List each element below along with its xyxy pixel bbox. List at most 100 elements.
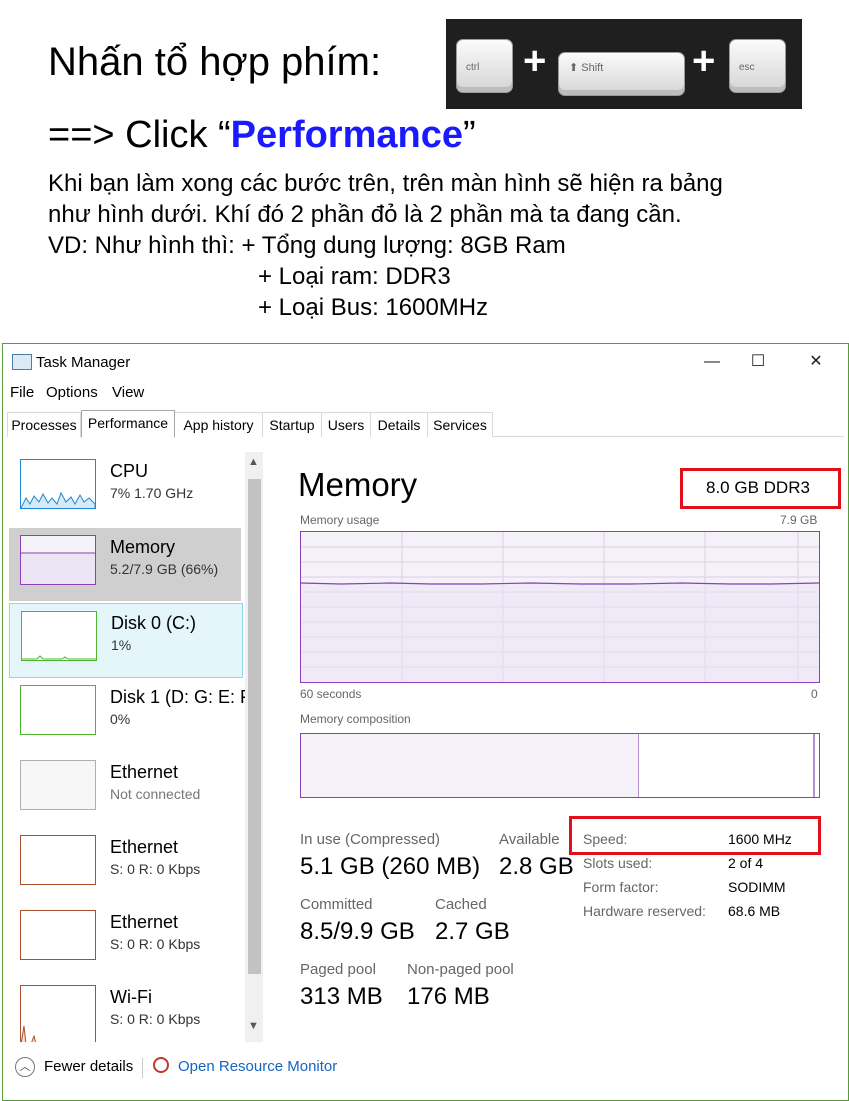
form-factor-label: Form factor: (583, 879, 659, 895)
non-paged-pool-label: Non-paged pool (407, 961, 514, 978)
tab-users[interactable]: Users (322, 412, 371, 437)
shift-key: ⬆ Shift (558, 52, 685, 96)
standby-segment (813, 734, 815, 797)
total-memory-highlight: 8.0 GB DDR3 (680, 468, 841, 509)
instruction-heading: Nhấn tổ hợp phím: (48, 40, 382, 84)
sidebar-item-disk-1[interactable]: Disk 1 (D: G: E: F 0% (9, 678, 251, 751)
title-bar: Task Manager — ☐ ✕ (3, 344, 848, 380)
slots-used-value: 2 of 4 (728, 855, 764, 871)
form-factor-value: SODIMM (728, 879, 786, 895)
disk-thumbnail-graph (21, 611, 97, 661)
disk-thumbnail-graph (20, 685, 96, 735)
sidebar-item-label: Disk 0 (C:) (111, 613, 196, 633)
ethernet-thumbnail-graph (20, 760, 96, 810)
committed-label: Committed (300, 896, 373, 913)
time-end-label: 0 (811, 687, 818, 701)
shift-key-label: Shift (581, 62, 604, 74)
scroll-down-icon[interactable]: ▼ (248, 1020, 259, 1032)
in-use-segment (301, 734, 639, 797)
click-instruction: ==> Click “Performance” (48, 114, 476, 156)
non-paged-pool-value: 176 MB (407, 983, 490, 1010)
footer-divider (142, 1058, 143, 1078)
sidebar-item-value: S: 0 R: 0 Kbps (110, 1011, 201, 1027)
sidebar-item-label: Memory (110, 537, 176, 557)
memory-usage-label: Memory usage (300, 513, 380, 527)
slots-used-label: Slots used: (583, 855, 653, 871)
speed-value: 1600 MHz (728, 831, 792, 847)
available-label: Available (499, 831, 560, 848)
sidebar-item-ethernet[interactable]: Ethernet S: 0 R: 0 Kbps (9, 903, 241, 976)
speed-label: Speed: (583, 831, 628, 847)
explanation-line-1: Khi bạn làm xong các bước trên, trên màn… (48, 170, 723, 197)
cached-label: Cached (435, 896, 487, 913)
memory-usage-chart (300, 531, 820, 683)
sidebar-item-value: 7% 1.70 GHz (110, 485, 194, 501)
ethernet-thumbnail-graph (20, 910, 96, 960)
tab-bar: Processes Performance App history Startu… (7, 410, 844, 438)
page-title: Memory (298, 466, 418, 503)
sidebar-item-value: 1% (111, 637, 132, 653)
open-resource-monitor-link[interactable]: Open Resource Monitor (178, 1058, 337, 1075)
maximize-button[interactable]: ☐ (735, 348, 781, 376)
explanation-line-5: + Loại Bus: 1600MHz (258, 294, 489, 321)
esc-key: esc (729, 39, 786, 93)
resource-monitor-icon[interactable] (153, 1057, 169, 1073)
menu-options[interactable]: Options (46, 384, 98, 401)
cached-value: 2.7 GB (435, 918, 510, 945)
tab-processes[interactable]: Processes (7, 412, 81, 437)
sidebar-item-memory[interactable]: Memory 5.2/7.9 GB (66%) (9, 528, 241, 601)
scrollbar-thumb[interactable] (248, 479, 261, 974)
scroll-up-icon[interactable]: ▲ (248, 456, 259, 468)
available-value: 2.8 GB (499, 853, 574, 880)
memory-thumbnail-graph (20, 535, 96, 585)
window-title: Task Manager (36, 354, 131, 371)
sidebar-item-value: Not connected (110, 786, 201, 802)
ethernet-thumbnail-graph (20, 835, 96, 885)
tab-app-history[interactable]: App history (175, 412, 263, 437)
wifi-thumbnail-graph (20, 985, 96, 1042)
in-use-value: 5.1 GB (260 MB) (300, 853, 481, 880)
tab-services[interactable]: Services (428, 412, 493, 437)
memory-usage-max: 7.9 GB (780, 513, 818, 527)
menu-file[interactable]: File (10, 384, 34, 401)
explanation-line-4: + Loại ram: DDR3 (258, 263, 451, 290)
collapse-icon[interactable]: ︿ (15, 1057, 35, 1077)
sidebar-item-label: Ethernet (110, 912, 179, 932)
menu-view[interactable]: View (112, 384, 144, 401)
sidebar-item-wifi[interactable]: Wi-Fi S: 0 R: 0 Kbps (9, 978, 241, 1042)
tab-details[interactable]: Details (371, 412, 428, 437)
committed-value: 8.5/9.9 GB (300, 918, 415, 945)
performance-highlight: Performance (230, 114, 463, 156)
ctrl-key-label: ctrl (466, 62, 480, 73)
sidebar-item-label: Wi-Fi (110, 987, 152, 1007)
task-manager-icon (12, 354, 32, 370)
memory-composition-bar (300, 733, 820, 798)
sidebar-item-disk-0[interactable]: Disk 0 (C:) 1% (9, 603, 243, 678)
esc-key-label: esc (739, 62, 755, 73)
minimize-button[interactable]: — (689, 348, 735, 376)
keyboard-shortcut-image: ctrl + ⬆ Shift + esc (446, 19, 802, 109)
sidebar-item-label: Ethernet (110, 762, 179, 782)
paged-pool-label: Paged pool (300, 961, 376, 978)
hardware-reserved-value: 68.6 MB (728, 903, 781, 919)
sidebar-item-value: S: 0 R: 0 Kbps (110, 936, 201, 952)
sidebar-item-cpu[interactable]: CPU 7% 1.70 GHz (9, 452, 241, 525)
sidebar-item-label: CPU (110, 461, 149, 481)
memory-composition-label: Memory composition (300, 712, 411, 726)
task-manager-window: Task Manager — ☐ ✕ File Options View Pro… (2, 343, 849, 1101)
ctrl-key: ctrl (456, 39, 513, 93)
sidebar-item-ethernet[interactable]: Ethernet S: 0 R: 0 Kbps (9, 828, 241, 901)
sidebar-item-label: Disk 1 (D: G: E: F (110, 687, 252, 707)
hardware-reserved-label: Hardware reserved: (583, 903, 706, 919)
tab-performance[interactable]: Performance (81, 410, 175, 438)
total-memory-type: 8.0 GB DDR3 (706, 478, 810, 497)
sidebar-item-label: Ethernet (110, 837, 179, 857)
sidebar-item-value: 5.2/7.9 GB (66%) (110, 561, 219, 577)
fewer-details-button[interactable]: Fewer details (44, 1058, 133, 1075)
time-span-label: 60 seconds (300, 687, 362, 701)
plus-sign: + (692, 39, 716, 83)
close-button[interactable]: ✕ (793, 348, 839, 376)
cpu-thumbnail-graph (20, 459, 96, 509)
tab-startup[interactable]: Startup (263, 412, 322, 437)
sidebar-item-ethernet[interactable]: Ethernet Not connected (9, 753, 241, 826)
